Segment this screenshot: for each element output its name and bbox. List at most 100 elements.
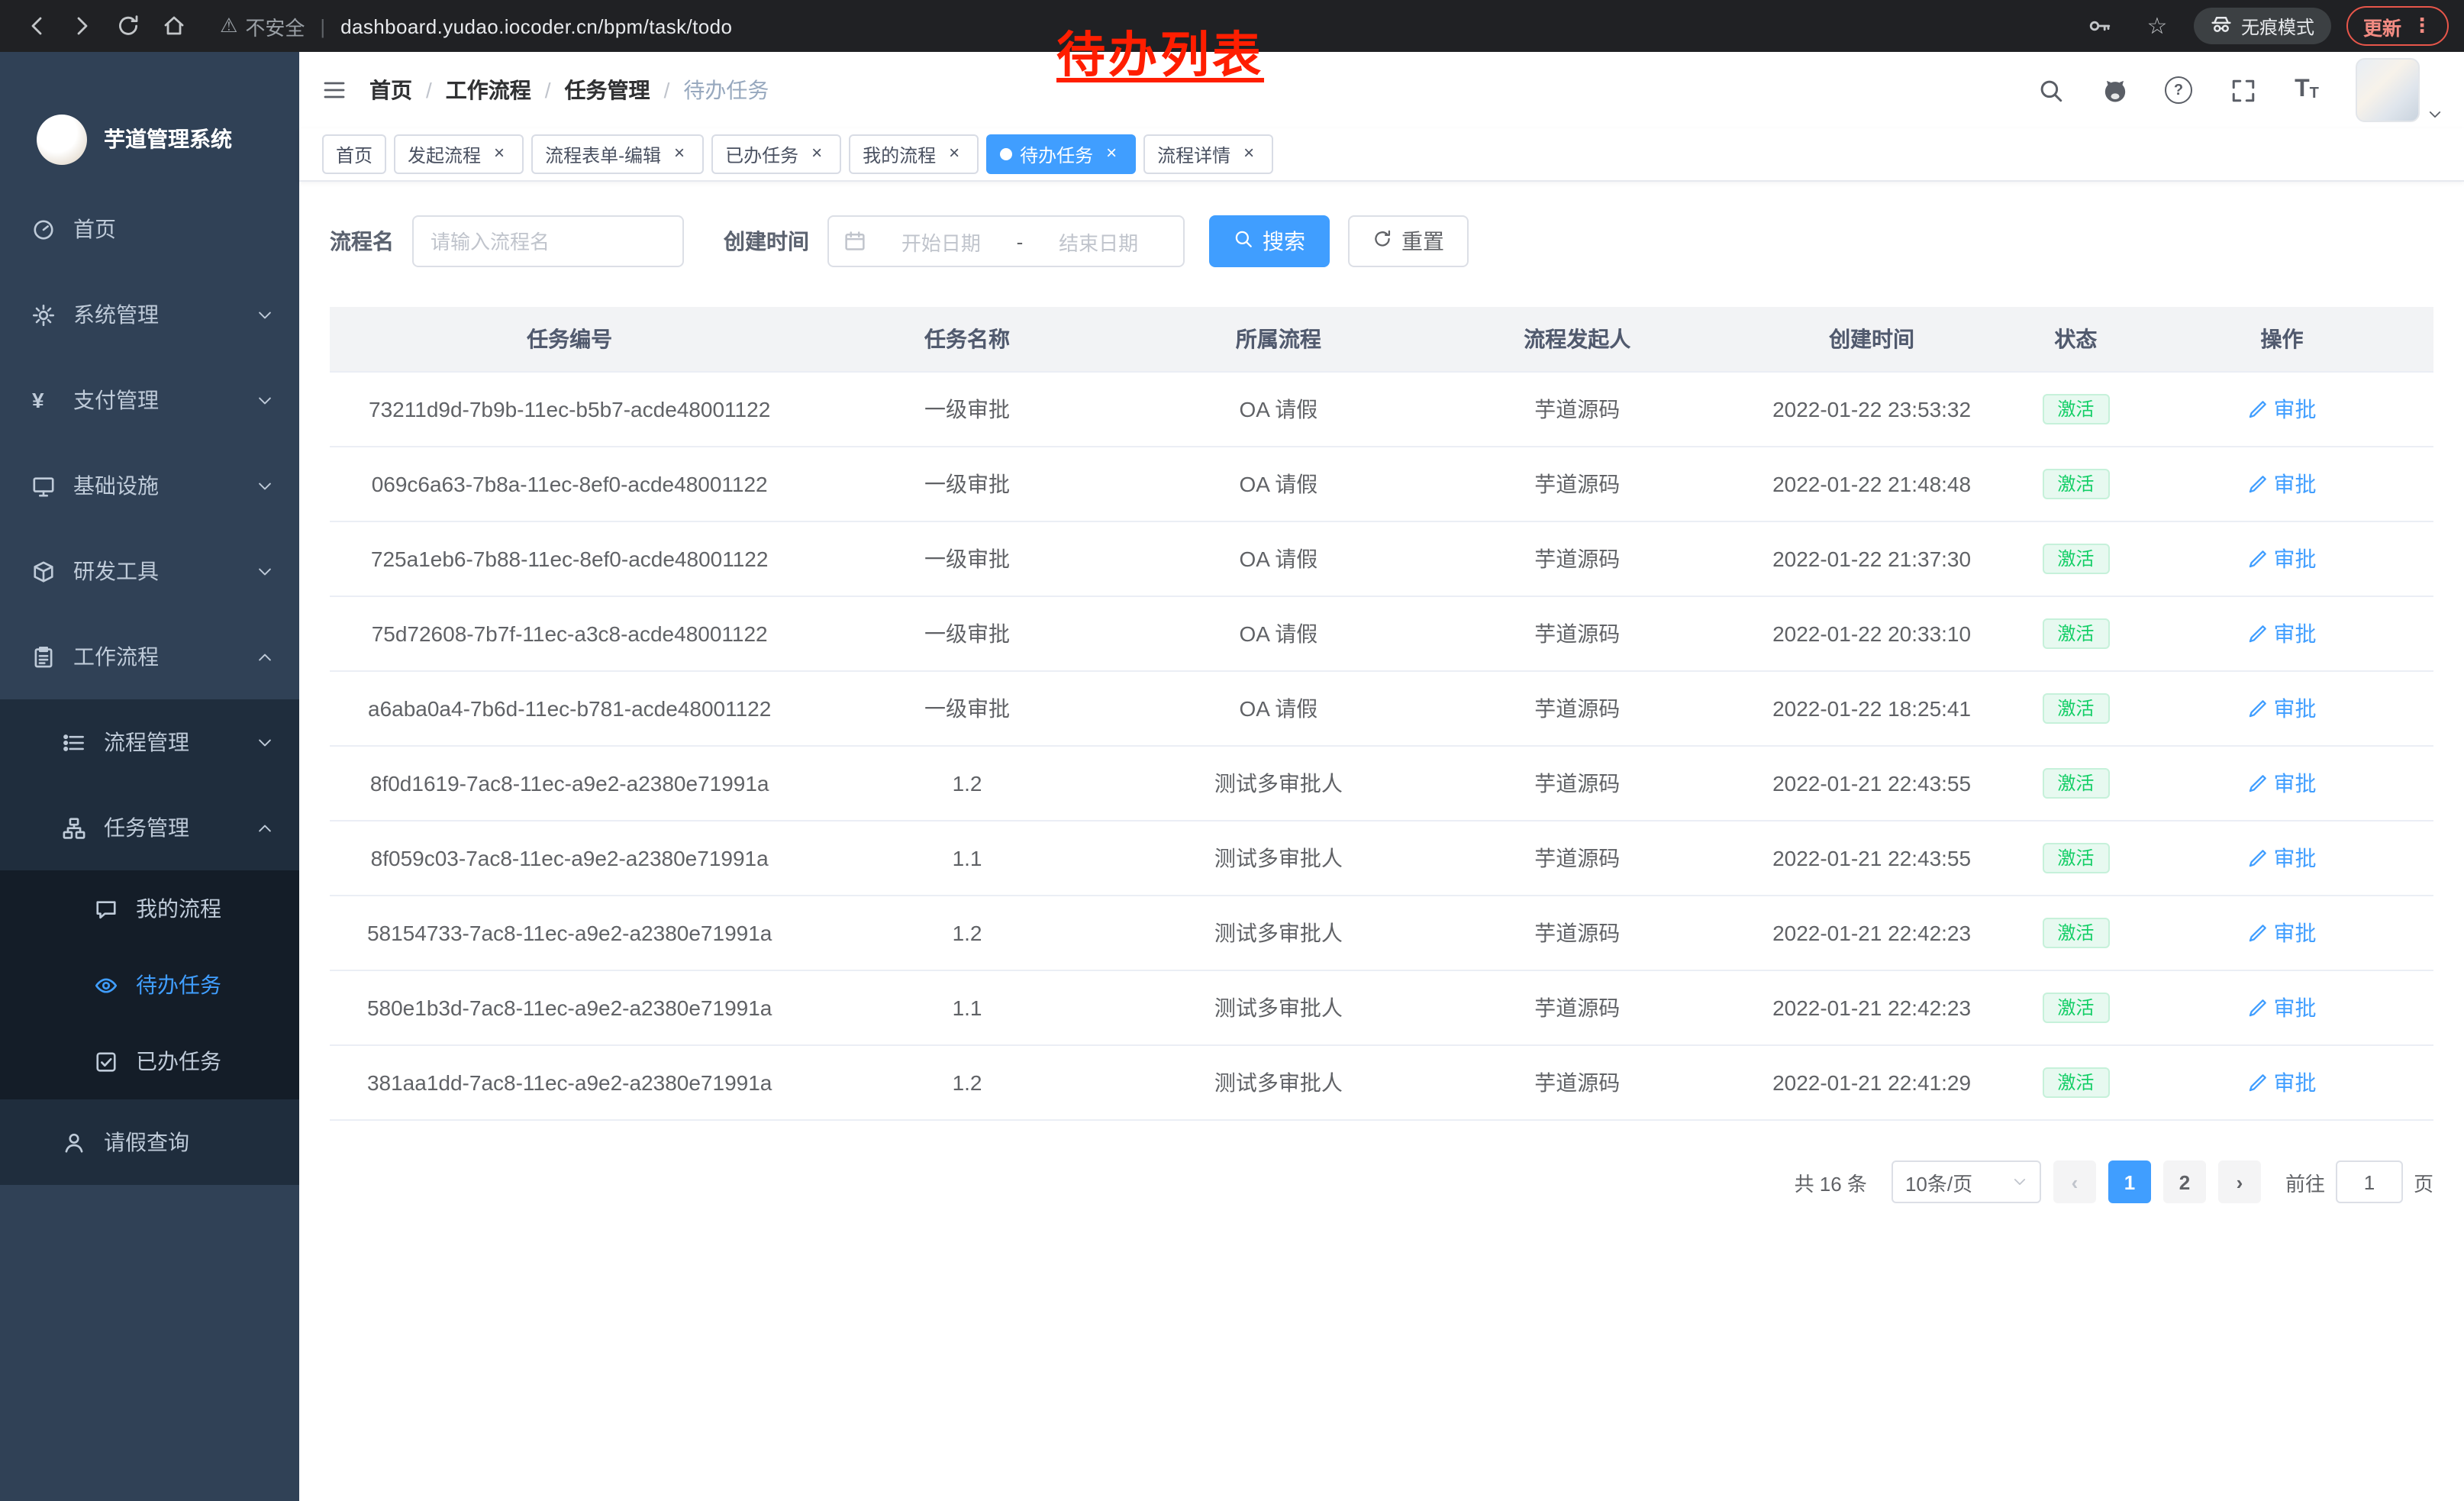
- security-warning[interactable]: ⚠ 不安全: [220, 11, 305, 40]
- approve-link[interactable]: 审批: [2248, 394, 2317, 424]
- table-row: 73211d9d-7b9b-11ec-b5b7-acde48001122一级审批…: [330, 372, 2433, 447]
- process-cell: 测试多审批人: [1125, 1045, 1432, 1120]
- process-cell: OA 请假: [1125, 447, 1432, 521]
- approve-link[interactable]: 审批: [2248, 768, 2317, 799]
- url-text[interactable]: dashboard.yudao.iocoder.cn/bpm/task/todo: [340, 15, 732, 37]
- breadcrumb-item: 待办任务: [683, 75, 769, 105]
- created-cell: 2022-01-22 18:25:41: [1722, 671, 2021, 746]
- sidebar-collapse-icon[interactable]: [299, 78, 369, 102]
- tab-已办任务[interactable]: 已办任务×: [711, 134, 841, 174]
- date-range-picker[interactable]: 开始日期 - 结束日期: [827, 215, 1185, 267]
- sidebar-item-home[interactable]: 首页: [0, 186, 299, 272]
- logo-avatar: [37, 114, 87, 164]
- sidebar-item-todo-task[interactable]: 待办任务: [0, 947, 299, 1023]
- approve-link[interactable]: 审批: [2248, 918, 2317, 948]
- next-page-button[interactable]: ›: [2218, 1160, 2261, 1203]
- browser-menu-icon[interactable]: ⋮: [2412, 14, 2432, 38]
- app-logo[interactable]: 芋道管理系统: [0, 52, 299, 186]
- created-cell: 2022-01-21 22:41:29: [1722, 1045, 2021, 1120]
- task-name-cell: 一级审批: [809, 521, 1124, 596]
- user-menu[interactable]: [2356, 58, 2443, 122]
- reset-button[interactable]: 重置: [1348, 215, 1469, 267]
- approve-link[interactable]: 审批: [2248, 693, 2317, 724]
- start-date-placeholder[interactable]: 开始日期: [872, 227, 1011, 256]
- back-icon[interactable]: [15, 5, 58, 47]
- sidebar-item-task-manage[interactable]: 任务管理: [0, 785, 299, 870]
- goto-page-input[interactable]: [2336, 1160, 2403, 1203]
- close-icon[interactable]: ×: [669, 144, 690, 165]
- close-icon[interactable]: ×: [489, 144, 510, 165]
- avatar[interactable]: [2356, 58, 2420, 122]
- star-icon[interactable]: ☆: [2136, 5, 2179, 47]
- status-badge: 激活: [2042, 918, 2109, 948]
- approve-link[interactable]: 审批: [2248, 993, 2317, 1023]
- prev-page-button[interactable]: ‹: [2053, 1160, 2096, 1203]
- browser-nav-buttons: [15, 5, 195, 47]
- sidebar-item-label: 工作流程: [73, 641, 159, 672]
- status-badge: 激活: [2042, 1067, 2109, 1098]
- approve-link[interactable]: 审批: [2248, 1067, 2317, 1098]
- cube-icon: [32, 560, 55, 583]
- help-icon[interactable]: ?: [2163, 75, 2194, 105]
- key-icon[interactable]: [2078, 5, 2121, 47]
- breadcrumb-item[interactable]: 工作流程: [446, 75, 531, 105]
- end-date-placeholder[interactable]: 结束日期: [1029, 227, 1168, 256]
- sidebar-item-label: 基础设施: [73, 470, 159, 501]
- sidebar-item-label: 系统管理: [73, 299, 159, 330]
- github-icon[interactable]: [2099, 75, 2130, 105]
- reset-icon: [1372, 229, 1392, 253]
- sidebar-item-done-task[interactable]: 已办任务: [0, 1023, 299, 1099]
- todo-task-table: 任务编号任务名称所属流程流程发起人创建时间状态操作 73211d9d-7b9b-…: [330, 307, 2433, 1121]
- initiator-cell: 芋道源码: [1432, 746, 1722, 821]
- breadcrumb-item[interactable]: 任务管理: [565, 75, 650, 105]
- page-size-select[interactable]: 10条/页: [1892, 1160, 2041, 1203]
- sidebar-item-payment[interactable]: ¥支付管理: [0, 357, 299, 443]
- search-icon[interactable]: [2035, 75, 2066, 105]
- sidebar-item-infrastructure[interactable]: 基础设施: [0, 443, 299, 528]
- approve-link[interactable]: 审批: [2248, 843, 2317, 873]
- fullscreen-icon[interactable]: [2227, 75, 2258, 105]
- update-button[interactable]: 更新 ⋮: [2346, 6, 2449, 46]
- home-icon[interactable]: [153, 5, 195, 47]
- refresh-icon[interactable]: [107, 5, 150, 47]
- tab-流程表单-编辑[interactable]: 流程表单-编辑×: [531, 134, 704, 174]
- tab-流程详情[interactable]: 流程详情×: [1143, 134, 1273, 174]
- chevron-down-icon: [2012, 1170, 2027, 1193]
- sidebar-item-system[interactable]: 系统管理: [0, 272, 299, 357]
- approve-link[interactable]: 审批: [2248, 618, 2317, 649]
- sidebar-item-leave-query[interactable]: 请假查询: [0, 1099, 299, 1185]
- monitor-icon: [32, 474, 55, 497]
- sidebar-item-workflow[interactable]: 工作流程: [0, 614, 299, 699]
- incognito-icon: [2211, 13, 2232, 39]
- close-icon[interactable]: ×: [943, 144, 965, 165]
- sidebar-item-my-process[interactable]: 我的流程: [0, 870, 299, 947]
- forward-icon[interactable]: [61, 5, 104, 47]
- task-id-cell: 725a1eb6-7b88-11ec-8ef0-acde48001122: [330, 521, 809, 596]
- search-button[interactable]: 搜索: [1209, 215, 1330, 267]
- edit-icon: [2248, 1073, 2268, 1093]
- task-name-cell: 一级审批: [809, 596, 1124, 671]
- task-name-cell: 一级审批: [809, 447, 1124, 521]
- close-icon[interactable]: ×: [1238, 144, 1259, 165]
- task-name-cell: 1.1: [809, 821, 1124, 896]
- address-divider: |: [320, 15, 325, 37]
- sidebar-item-devtools[interactable]: 研发工具: [0, 528, 299, 614]
- tab-待办任务[interactable]: 待办任务×: [986, 134, 1136, 174]
- font-size-icon[interactable]: TT: [2291, 75, 2322, 105]
- close-icon[interactable]: ×: [1101, 144, 1122, 165]
- sidebar-item-process-manage[interactable]: 流程管理: [0, 699, 299, 785]
- tab-label: 首页: [336, 141, 373, 167]
- approve-link[interactable]: 审批: [2248, 469, 2317, 499]
- initiator-cell: 芋道源码: [1432, 896, 1722, 970]
- tab-首页[interactable]: 首页: [322, 134, 386, 174]
- task-id-cell: 8f0d1619-7ac8-11ec-a9e2-a2380e71991a: [330, 746, 809, 821]
- page-button-1[interactable]: 1: [2108, 1160, 2151, 1203]
- tab-我的流程[interactable]: 我的流程×: [849, 134, 979, 174]
- chevron-up-icon: [256, 648, 273, 665]
- tab-发起流程[interactable]: 发起流程×: [394, 134, 524, 174]
- close-icon[interactable]: ×: [806, 144, 827, 165]
- page-button-2[interactable]: 2: [2163, 1160, 2206, 1203]
- breadcrumb-item[interactable]: 首页: [369, 75, 412, 105]
- process-name-input[interactable]: [412, 215, 684, 267]
- approve-link[interactable]: 审批: [2248, 544, 2317, 574]
